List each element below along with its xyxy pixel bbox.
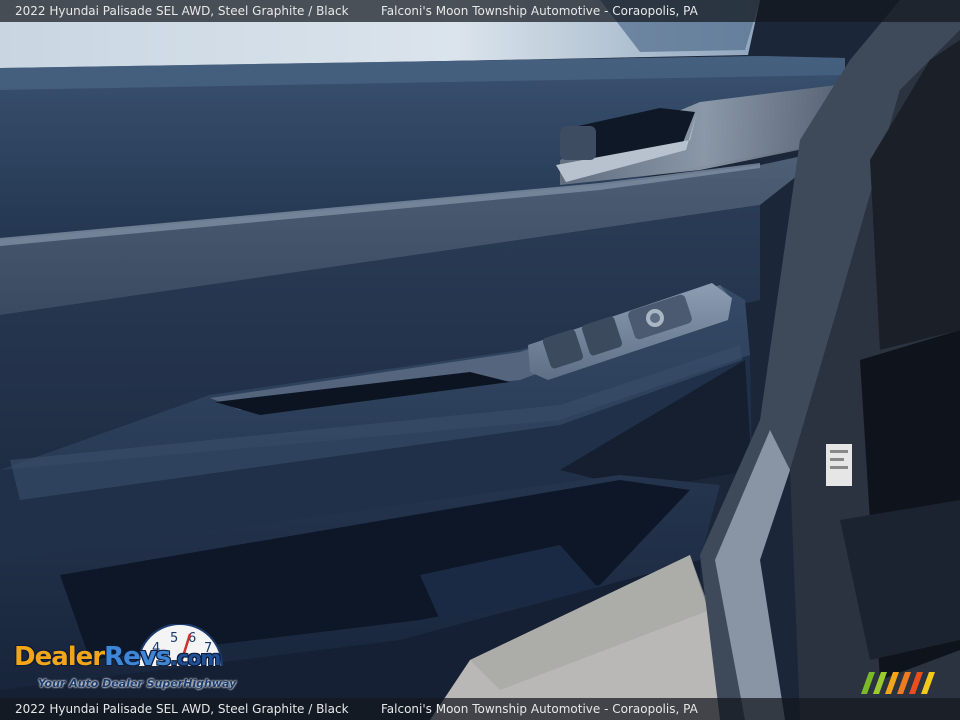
caption-dealer-text: Falconi's Moon Township Automotive - Cor… — [381, 4, 698, 18]
logo-word-com: .com — [170, 646, 221, 670]
caption-bar-top: 2022 Hyundai Palisade SEL AWD, Steel Gra… — [0, 0, 960, 22]
logo-word-dealer: Dealer — [14, 642, 105, 672]
caption-bar-bottom: 2022 Hyundai Palisade SEL AWD, Steel Gra… — [0, 698, 960, 720]
door-interior-photo — [0, 0, 960, 720]
caption-dealer-text: Falconi's Moon Township Automotive - Cor… — [381, 702, 698, 716]
caption-vehicle-text: 2022 Hyundai Palisade SEL AWD, Steel Gra… — [15, 702, 349, 716]
caption-vehicle-text: 2022 Hyundai Palisade SEL AWD, Steel Gra… — [15, 4, 349, 18]
stripes-emblem-icon — [861, 672, 935, 694]
logo-wordmark: DealerRevs.com — [14, 642, 221, 672]
logo-tagline: Your Auto Dealer SuperHighway — [38, 677, 237, 690]
dealerrevs-logo: 4 5 6 7 DealerRevs.com Your Auto Dealer … — [12, 624, 267, 694]
logo-word-revs: Revs — [104, 642, 171, 672]
